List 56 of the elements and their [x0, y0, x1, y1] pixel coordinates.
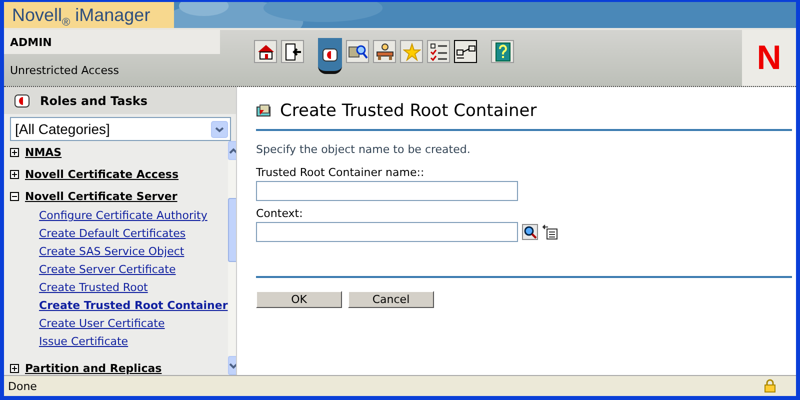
scroll-up-icon	[228, 148, 236, 154]
task-link[interactable]: Configure Certificate Authority	[4, 207, 228, 225]
checklist-icon	[430, 42, 448, 60]
network-button[interactable]	[454, 40, 477, 63]
input-field[interactable]	[256, 181, 518, 201]
scrollbar[interactable]	[228, 141, 236, 375]
desk-icon	[374, 42, 394, 60]
exit-door-icon	[284, 42, 302, 60]
home-icon	[256, 44, 274, 60]
star-icon	[402, 42, 420, 60]
roles-icon	[14, 94, 30, 108]
task-link[interactable]: Create SAS Service Object	[4, 243, 228, 261]
status-text: Done	[8, 380, 37, 392]
category-link[interactable]: NMAS	[25, 146, 62, 158]
roles-icon	[322, 48, 338, 62]
scroll-down-icon	[228, 362, 236, 368]
view-button[interactable]	[346, 40, 369, 63]
user-name: ADMIN	[4, 30, 220, 54]
task-link[interactable]: Create User Certificate	[4, 315, 228, 333]
category-link[interactable]: Novell Certificate Access	[25, 168, 179, 180]
page-title: Create Trusted Root Container	[280, 101, 537, 121]
category-link[interactable]: Partition and Replicas	[25, 362, 162, 374]
container-icon	[256, 104, 272, 118]
expand-icon[interactable]	[10, 148, 19, 156]
search-icon	[348, 42, 368, 60]
instruction-text: Specify the object name to be created.	[256, 143, 472, 156]
search-icon[interactable]	[522, 224, 538, 240]
task-link[interactable]: Create Server Certificate	[4, 261, 228, 279]
task-link[interactable]: Issue Certificate	[4, 333, 228, 351]
network-icon	[456, 44, 476, 60]
collapse-icon[interactable]	[10, 192, 19, 200]
category-link[interactable]: Novell Certificate Server	[25, 190, 178, 202]
expand-icon[interactable]	[10, 364, 19, 372]
task-link[interactable]: Create Default Certificates	[4, 225, 228, 243]
ok-button[interactable]: OK	[256, 291, 342, 308]
app-logo: Novell$_{®}$ iManager	[4, 2, 174, 30]
help-button[interactable]	[491, 40, 514, 63]
expand-icon[interactable]	[10, 170, 19, 178]
input-field[interactable]	[256, 222, 518, 242]
roles-button[interactable]	[318, 38, 342, 74]
tasks-button[interactable]	[427, 40, 450, 63]
exit-button[interactable]	[281, 40, 304, 63]
panel-title: Roles and Tasks	[40, 94, 148, 108]
lock-icon	[764, 379, 776, 393]
field-label: Trusted Root Container name::	[256, 166, 426, 179]
brand-logo: N	[756, 38, 782, 78]
access-level: Unrestricted Access	[9, 63, 120, 77]
cancel-button[interactable]: Cancel	[348, 291, 434, 308]
history-list-icon[interactable]	[542, 224, 558, 240]
field-label: Context:	[256, 207, 304, 220]
task-link[interactable]: Create Trusted Root Container	[4, 297, 228, 315]
configure-button[interactable]	[373, 40, 396, 63]
category-dropdown[interactable]: [All Categories]	[10, 117, 231, 141]
home-button[interactable]	[254, 40, 277, 63]
help-book-icon	[494, 42, 512, 62]
task-link[interactable]: Create Trusted Root	[4, 279, 228, 297]
